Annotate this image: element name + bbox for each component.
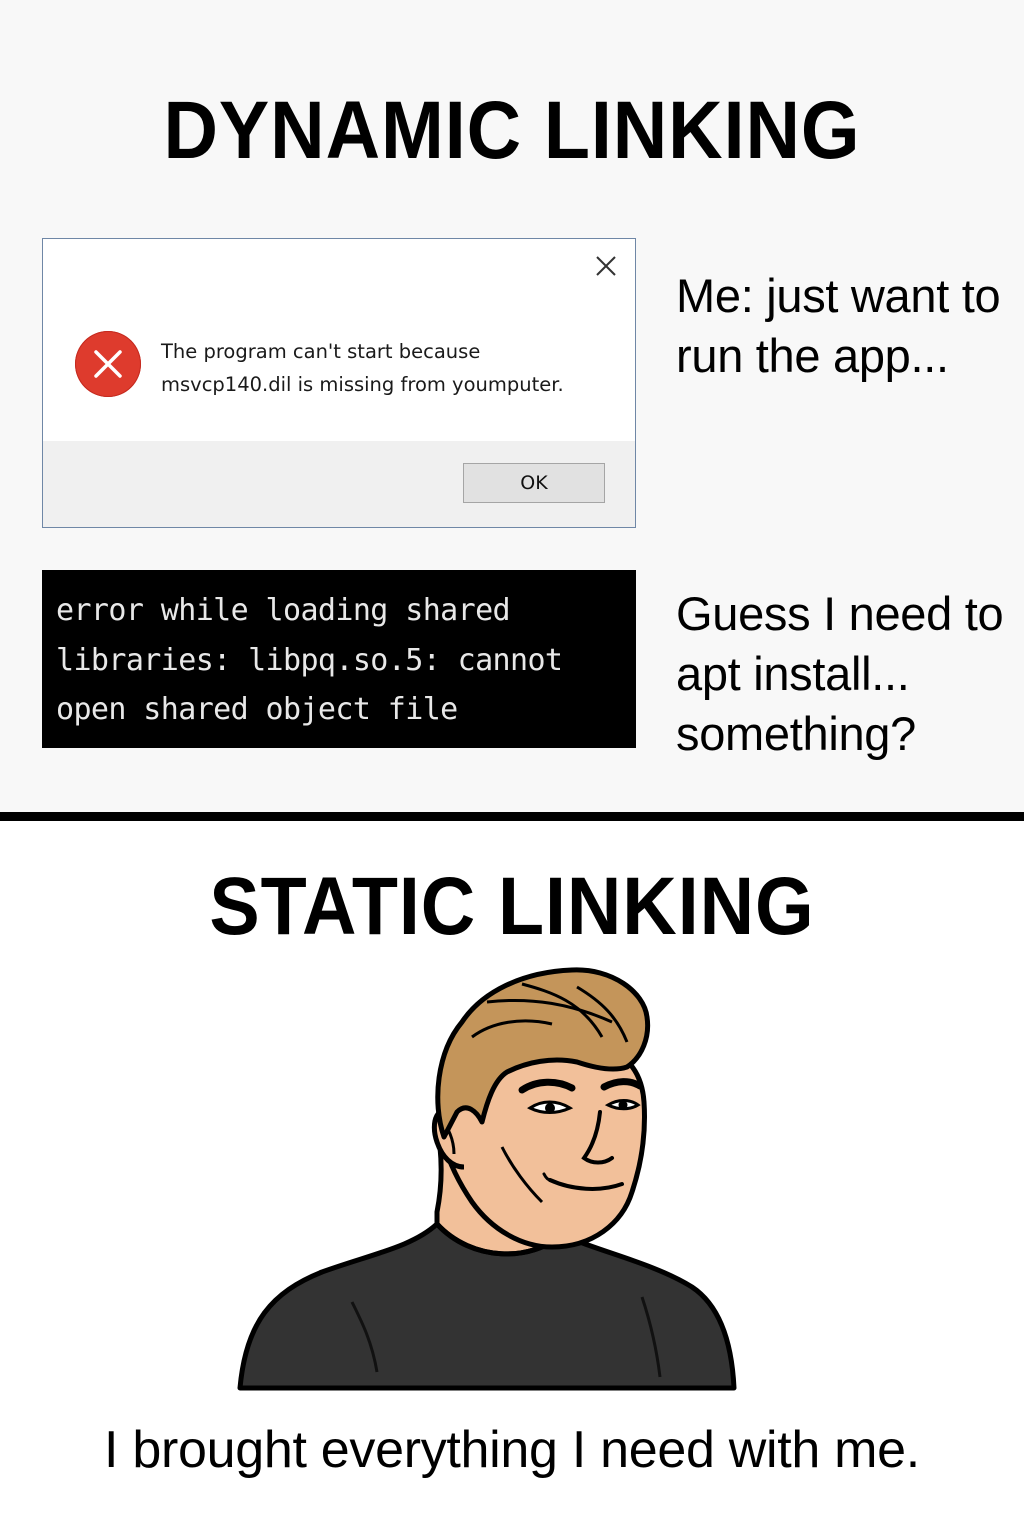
- dynamic-linking-title: DYNAMIC LINKING: [163, 85, 861, 176]
- terminal-error: error while loading shared libraries: li…: [42, 570, 636, 748]
- confident-man-illustration: [232, 962, 742, 1392]
- section-divider: [0, 812, 1024, 821]
- caption-apt-install: Guess I need to apt install... something…: [676, 587, 1004, 760]
- error-dialog: The program can't start because msvcp140…: [42, 238, 636, 528]
- dialog-footer: OK: [43, 441, 635, 527]
- dialog-message: The program can't start because msvcp140…: [161, 335, 621, 401]
- terminal-line-3: open shared object file: [56, 692, 458, 727]
- error-icon: [75, 331, 141, 397]
- static-linking-caption: I brought everything I need with me.: [104, 1421, 920, 1479]
- terminal-line-1: error while loading shared: [56, 593, 511, 628]
- caption-run-app: Me: just want to run the app...: [676, 269, 1001, 382]
- terminal-line-2: libraries: libpq.so.5: cannot: [56, 642, 563, 678]
- dialog-message-line-1: The program can't start because: [161, 340, 481, 363]
- ok-button[interactable]: OK: [463, 463, 605, 503]
- close-icon[interactable]: [593, 253, 619, 279]
- static-linking-title: STATIC LINKING: [209, 861, 815, 952]
- dialog-message-line-2: msvcp140.dil is missing from youmputer.: [161, 373, 564, 396]
